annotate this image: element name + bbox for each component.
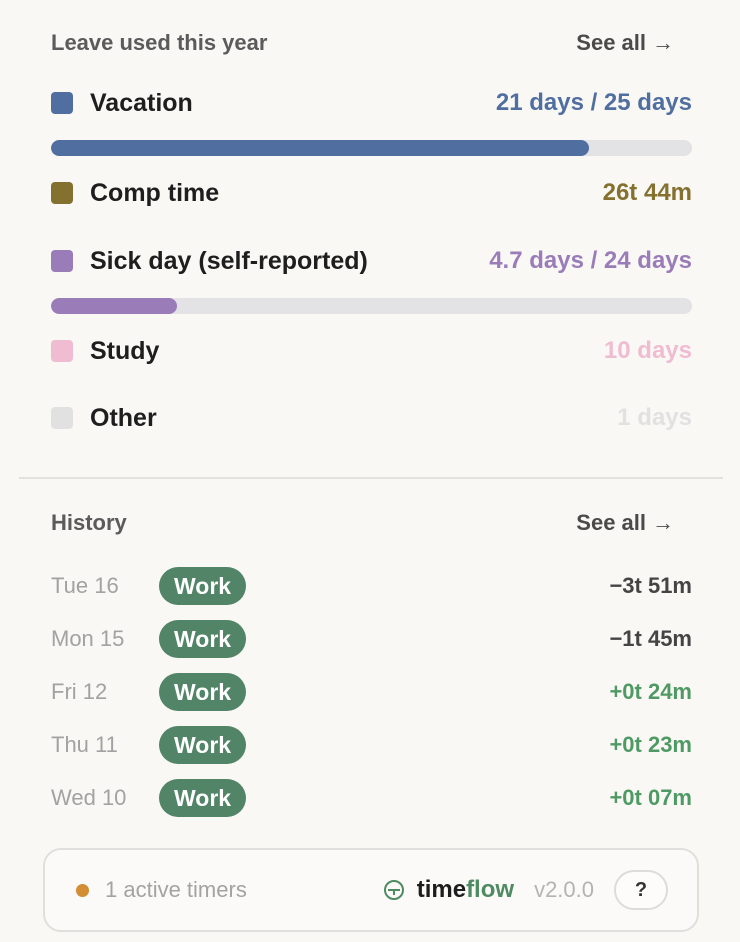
leave-value: 1 days: [617, 404, 692, 431]
version-label: v2.0.0: [534, 877, 594, 902]
leave-label: Vacation: [90, 88, 193, 117]
brand-name-flow: flow: [466, 876, 515, 903]
history-delta: −1t 45m: [609, 626, 692, 651]
history-row[interactable]: Thu 11 Work +0t 23m: [51, 725, 692, 765]
history-row[interactable]: Fri 12 Work +0t 24m: [51, 672, 692, 712]
history-delta: +0t 24m: [609, 679, 692, 704]
work-tag: Work: [159, 567, 247, 605]
work-tag: Work: [159, 673, 247, 711]
active-timers-text[interactable]: 1 active timers: [105, 877, 247, 903]
see-all-label: See all: [576, 30, 646, 55]
history-date: Fri 12: [51, 679, 108, 704]
vacation-progress-bar: [51, 140, 692, 156]
history-header: History See all →: [51, 510, 674, 536]
brand-logo: time flow: [383, 876, 514, 904]
leave-label: Study: [90, 336, 160, 365]
work-tag: Work: [159, 779, 247, 817]
sick-day-progress-fill: [51, 298, 177, 314]
leave-value: 10 days: [603, 337, 692, 364]
history-see-all-link[interactable]: See all →: [576, 510, 674, 536]
leave-label: Other: [90, 403, 157, 432]
see-all-label: See all: [576, 510, 646, 535]
leave-row-sick-day: Sick day (self-reported) 4.7 days / 24 d…: [51, 244, 692, 278]
history-date: Tue 16: [51, 573, 119, 598]
help-button[interactable]: ?: [614, 870, 668, 910]
active-timer-dot-icon: [76, 883, 89, 897]
status-footer: 1 active timers time flow v2.0.0 ?: [43, 848, 699, 932]
leave-header: Leave used this year See all →: [51, 30, 674, 56]
history-row[interactable]: Tue 16 Work −3t 51m: [51, 566, 692, 606]
history-row[interactable]: Wed 10 Work +0t 07m: [51, 778, 692, 818]
work-tag: Work: [159, 620, 247, 658]
vacation-color-swatch: [51, 92, 73, 114]
sick-day-color-swatch: [51, 250, 73, 272]
leave-row-other: Other 1 days: [51, 401, 692, 435]
leave-label: Comp time: [90, 178, 220, 207]
leave-value: 26t 44m: [602, 179, 692, 206]
other-color-swatch: [51, 407, 73, 429]
history-delta: −3t 51m: [609, 573, 692, 598]
vacation-progress-fill: [51, 140, 590, 156]
leave-row-study: Study 10 days: [51, 334, 692, 368]
timeflow-logo-icon: [383, 880, 404, 900]
work-tag: Work: [159, 726, 247, 764]
history-title: History: [51, 510, 127, 535]
history-row[interactable]: Mon 15 Work −1t 45m: [51, 619, 692, 659]
brand-name-time: time: [416, 876, 467, 903]
history-date: Wed 10: [51, 785, 127, 810]
leave-label: Sick day (self-reported): [90, 246, 368, 275]
sick-day-progress-bar: [51, 298, 692, 314]
section-divider: [19, 477, 723, 479]
history-delta: +0t 07m: [609, 785, 692, 810]
leave-value: 4.7 days / 24 days: [489, 247, 692, 274]
history-date: Mon 15: [51, 626, 125, 651]
leave-row-vacation: Vacation 21 days / 25 days: [51, 86, 692, 120]
history-date: Thu 11: [51, 732, 118, 757]
leave-row-comp-time: Comp time 26t 44m: [51, 176, 692, 210]
comp-time-color-swatch: [51, 182, 73, 204]
study-color-swatch: [51, 340, 73, 362]
leave-title: Leave used this year: [51, 30, 268, 55]
history-delta: +0t 23m: [609, 732, 692, 757]
leave-see-all-link[interactable]: See all →: [576, 30, 674, 56]
leave-value: 21 days / 25 days: [495, 89, 692, 116]
arrow-right-icon: →: [652, 510, 674, 535]
arrow-right-icon: →: [652, 30, 674, 55]
